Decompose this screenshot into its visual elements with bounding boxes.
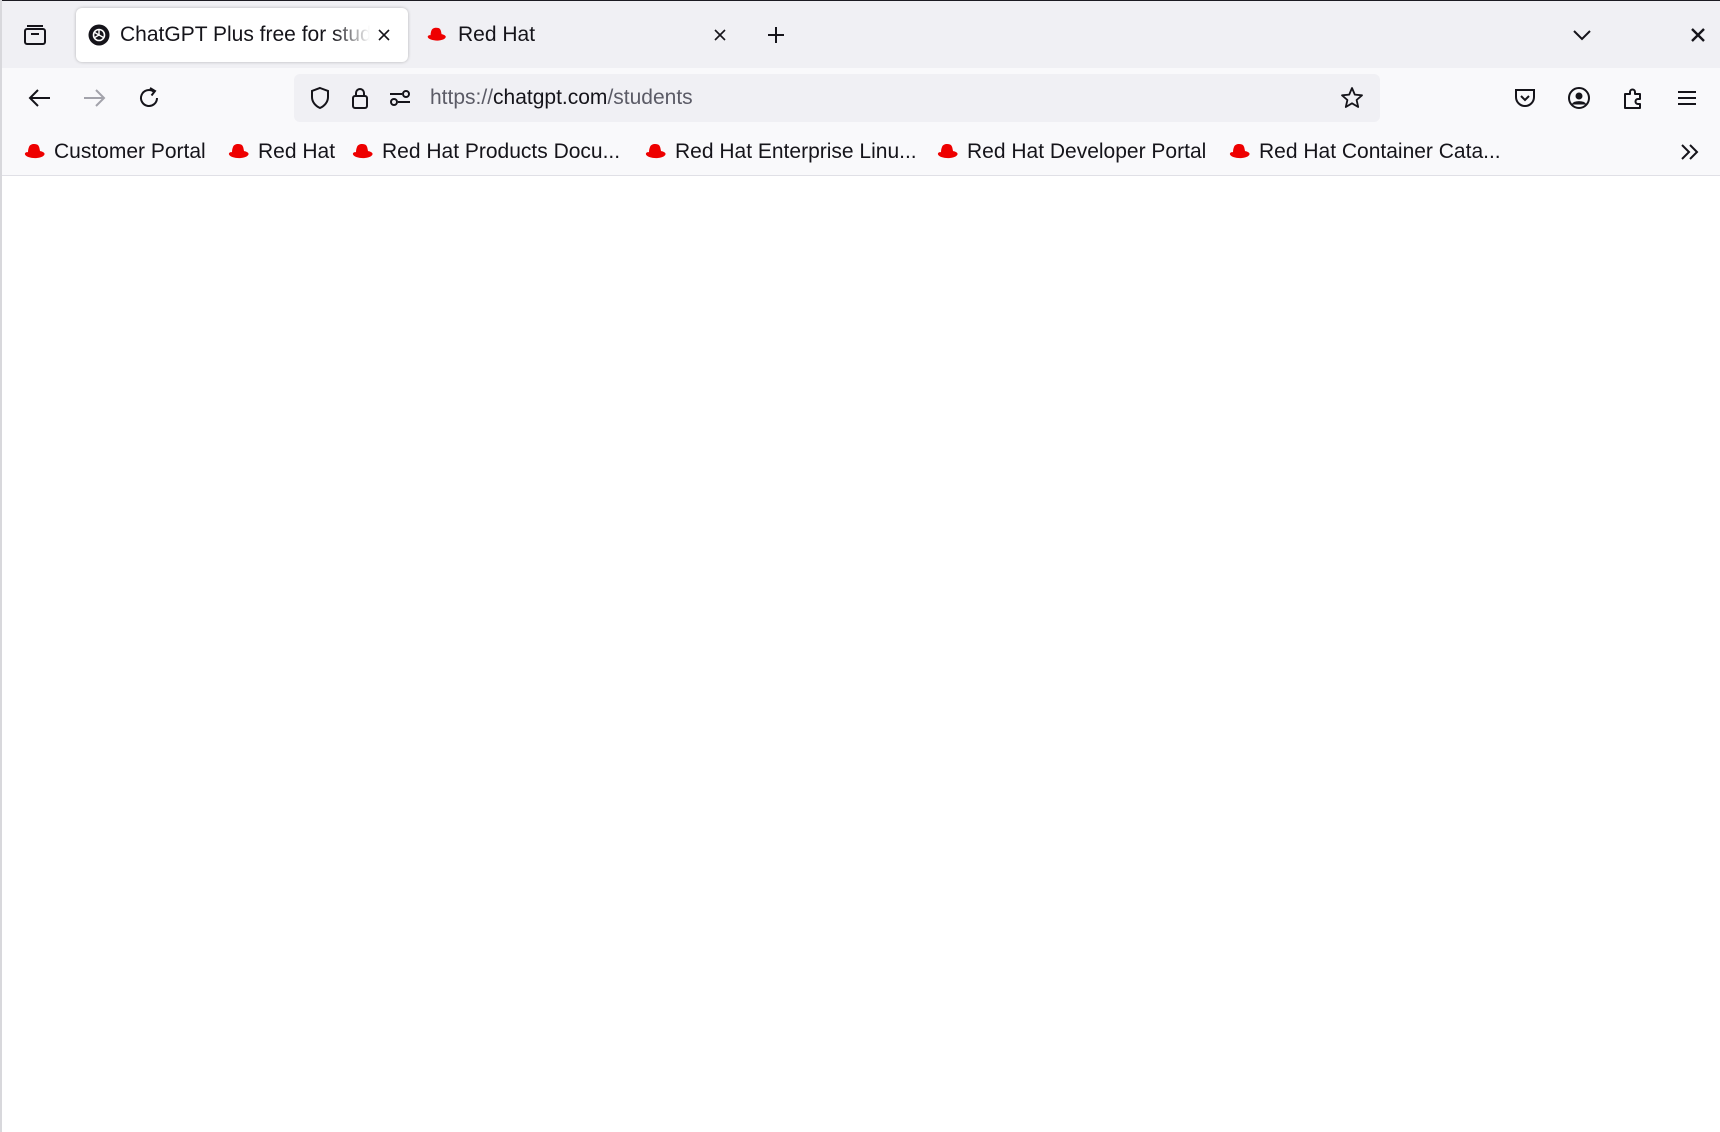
redhat-icon <box>426 24 448 46</box>
bookmark-label: Red Hat Developer Portal <box>967 140 1207 163</box>
plus-icon <box>768 27 784 43</box>
bookmark-red-hat-container-catalog[interactable]: Red Hat Container Cata... <box>1227 136 1501 168</box>
pocket-icon <box>1515 89 1535 107</box>
redhat-icon <box>643 142 669 162</box>
tab-title: Red Hat <box>458 23 536 46</box>
bookmark-label: Red Hat Enterprise Linu... <box>675 140 917 163</box>
tab-strip: ChatGPT Plus free for students Red Hat <box>2 0 1720 68</box>
tab-chatgpt[interactable]: ChatGPT Plus free for students <box>76 8 408 62</box>
redhat-icon <box>350 142 376 162</box>
account-button[interactable] <box>1559 78 1599 118</box>
shield-icon[interactable] <box>306 84 334 112</box>
hamburger-menu-icon <box>1678 91 1696 105</box>
pocket-button[interactable] <box>1505 78 1545 118</box>
browser-window: ChatGPT Plus free for students Red Hat <box>0 0 1720 1132</box>
bookmark-star-icon[interactable] <box>1338 84 1366 112</box>
redhat-icon <box>226 142 252 162</box>
url-text[interactable]: https://chatgpt.com/students <box>430 86 693 110</box>
chevron-double-right-icon <box>1681 144 1699 160</box>
bookmark-label: Red Hat <box>258 140 336 163</box>
window-close-button[interactable] <box>1680 17 1716 53</box>
bookmark-label: Red Hat Container Cata... <box>1259 140 1501 163</box>
firefox-view-button[interactable] <box>14 16 56 54</box>
redhat-icon <box>22 142 48 162</box>
url-scheme: https:// <box>430 86 494 109</box>
arrow-left-icon <box>28 89 50 107</box>
address-bar[interactable]: https://chatgpt.com/students <box>294 74 1380 122</box>
firefox-view-icon <box>24 25 46 45</box>
redhat-icon <box>1227 142 1253 162</box>
arrow-right-icon <box>84 89 106 107</box>
close-tab-icon[interactable] <box>370 21 398 49</box>
bookmarks-overflow-button[interactable] <box>1672 136 1708 168</box>
bookmark-red-hat-enterprise-linux[interactable]: Red Hat Enterprise Linu... <box>643 136 917 168</box>
account-icon <box>1568 87 1590 109</box>
back-button[interactable] <box>20 78 60 118</box>
close-tab-icon[interactable] <box>706 21 734 49</box>
extensions-button[interactable] <box>1613 78 1653 118</box>
navigation-toolbar: https://chatgpt.com/students <box>2 68 1720 128</box>
bookmarks-toolbar: Customer Portal Red Hat Red Hat Products… <box>2 128 1720 176</box>
bookmark-customer-portal[interactable]: Customer Portal <box>22 136 206 168</box>
chevron-down-icon <box>1573 30 1591 41</box>
openai-icon <box>88 24 110 46</box>
puzzle-icon <box>1624 88 1641 109</box>
forward-button[interactable] <box>74 78 114 118</box>
app-menu-button[interactable] <box>1667 78 1707 118</box>
bookmark-label: Customer Portal <box>54 140 206 163</box>
reload-button[interactable] <box>129 78 169 118</box>
list-all-tabs-button[interactable] <box>1564 17 1600 53</box>
page-content[interactable] <box>4 177 1720 1132</box>
redhat-icon <box>935 142 961 162</box>
url-path: /students <box>607 86 693 109</box>
tab-redhat[interactable]: Red Hat <box>414 8 744 62</box>
bookmark-red-hat[interactable]: Red Hat <box>226 136 335 168</box>
reload-icon <box>140 87 158 107</box>
bookmark-red-hat-products-docs[interactable]: Red Hat Products Docu... <box>350 136 620 168</box>
close-icon <box>1691 28 1705 42</box>
bookmark-label: Red Hat Products Docu... <box>382 140 621 163</box>
tab-title: ChatGPT Plus free for students <box>120 23 370 46</box>
url-host: chatgpt.com <box>493 86 608 109</box>
lock-icon[interactable] <box>346 84 374 112</box>
bookmark-red-hat-developer-portal[interactable]: Red Hat Developer Portal <box>935 136 1206 168</box>
permissions-icon[interactable] <box>386 84 414 112</box>
new-tab-button[interactable] <box>758 17 794 53</box>
